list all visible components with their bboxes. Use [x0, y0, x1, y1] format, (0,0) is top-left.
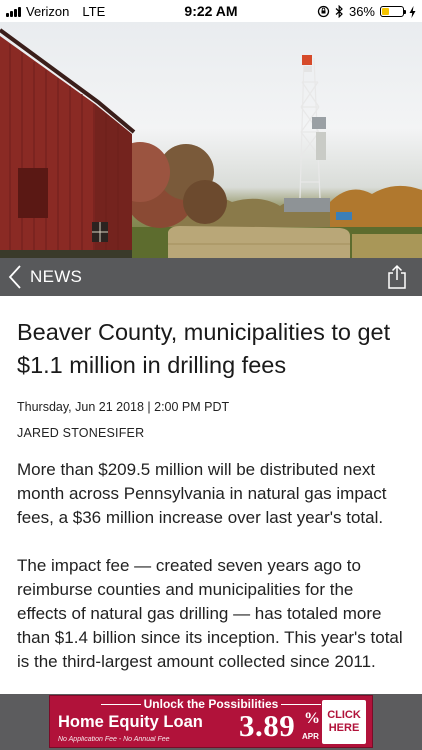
- article-paragraph: More than $209.5 million will be distrib…: [17, 460, 387, 527]
- battery-level: [382, 8, 390, 15]
- ad-title: Home Equity Loan: [58, 713, 203, 731]
- ad-apr: APR: [302, 732, 319, 741]
- charging-bolt-icon: [409, 5, 416, 18]
- orientation-lock-icon: [317, 5, 330, 18]
- share-icon[interactable]: [386, 264, 408, 290]
- article: Beaver County, municipalities to get $1.…: [0, 296, 422, 694]
- back-button[interactable]: NEWS: [8, 262, 82, 292]
- bluetooth-icon: [335, 5, 343, 18]
- chevron-left-icon: [8, 265, 21, 289]
- article-dateline: Thursday, Jun 21 2018 | 2:00 PM PDT: [17, 400, 230, 414]
- hero-photo: [0, 22, 422, 258]
- ad-banner[interactable]: Unlock the Possibilities Home Equity Loa…: [49, 695, 373, 748]
- status-right: 36%: [317, 4, 416, 19]
- battery-icon: [380, 6, 406, 17]
- status-bar: Verizon LTE 9:22 AM 36%: [0, 0, 422, 22]
- battery-percent: 36%: [348, 4, 375, 19]
- ad-fine-print: No Application Fee - No Annual Fee: [58, 736, 170, 743]
- section-label: NEWS: [30, 267, 83, 286]
- ad-click-here-button[interactable]: CLICK HERE: [322, 700, 366, 744]
- nav-bar: NEWS: [0, 258, 422, 296]
- ad-bar: Unlock the Possibilities Home Equity Loa…: [0, 694, 422, 750]
- photo-barn-drilling-rig: [0, 28, 422, 258]
- article-byline: JARED STONESIFER: [17, 426, 145, 440]
- article-paragraph: The impact fee — created seven years ago…: [17, 556, 403, 671]
- ad-percent: %: [304, 710, 320, 727]
- article-headline: Beaver County, municipalities to get $1.…: [17, 319, 391, 378]
- ad-rate: 3.89: [239, 708, 296, 743]
